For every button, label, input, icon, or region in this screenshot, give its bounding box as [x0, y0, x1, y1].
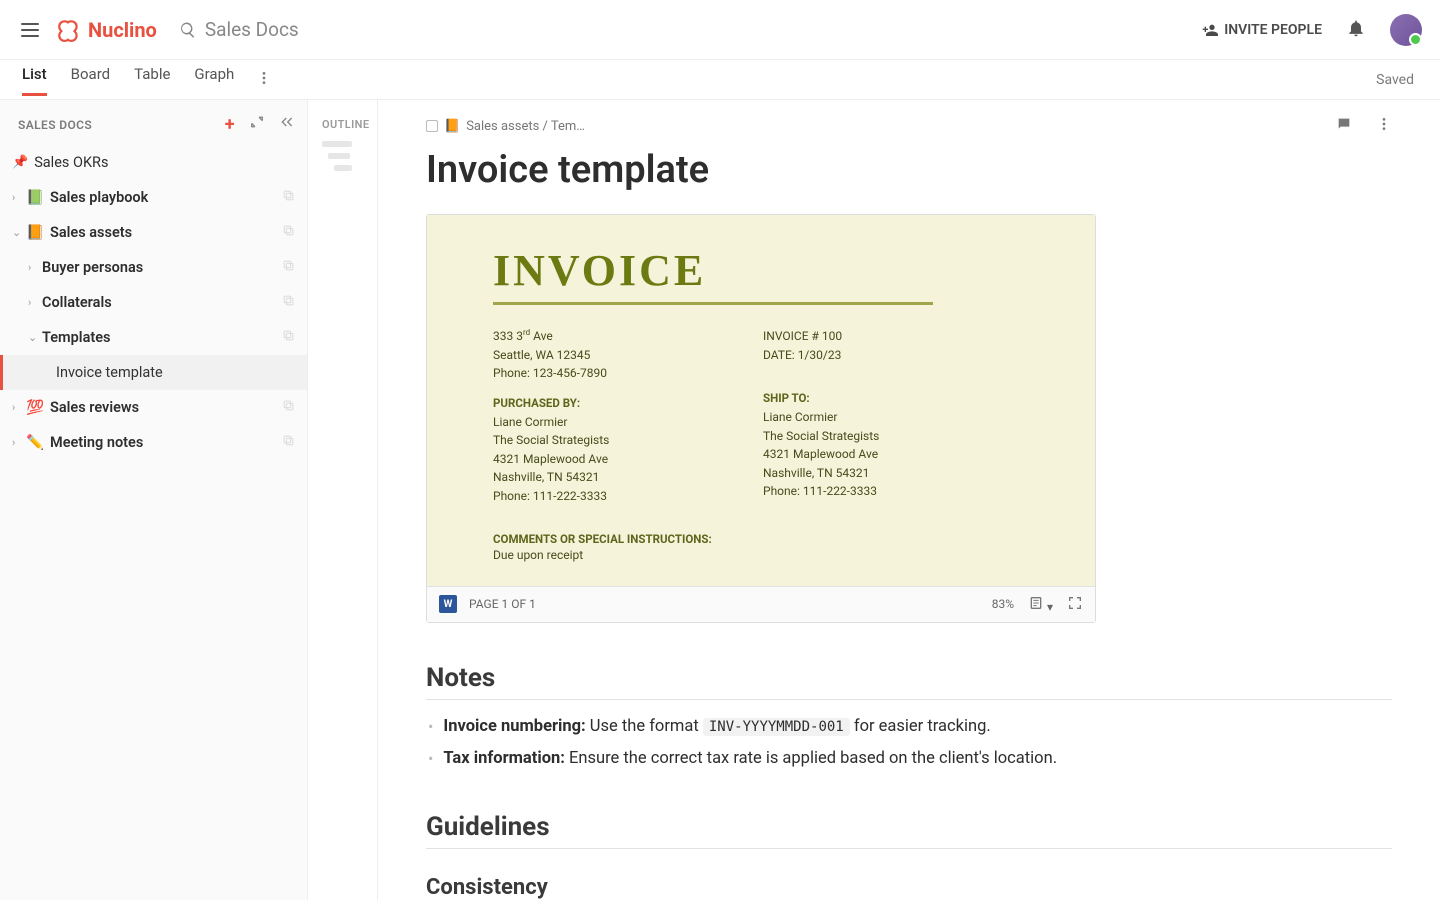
tab-board[interactable]: Board: [71, 65, 110, 95]
search-icon: [179, 21, 197, 39]
comments-icon[interactable]: [1336, 116, 1352, 136]
sidebar-item-invoice-template[interactable]: Invoice template: [0, 355, 307, 390]
comments-label: COMMENTS OR SPECIAL INSTRUCTIONS:: [493, 532, 1047, 546]
tab-table[interactable]: Table: [134, 65, 170, 95]
sidebar-item-collaterals[interactable]: › Collaterals: [0, 285, 307, 320]
word-icon: W: [439, 595, 457, 613]
ship-addr: 4321 Maplewood Ave: [763, 445, 983, 464]
invoice-heading: INVOICE: [493, 245, 1047, 296]
invoice-date: DATE: 1/30/23: [763, 346, 983, 365]
book-icon: 📙: [26, 224, 44, 241]
chevron-down-icon: ⌄: [28, 331, 40, 344]
collapse-sidebar-icon[interactable]: [279, 114, 295, 135]
outline-panel: OUTLINE: [308, 100, 378, 900]
copy-icon[interactable]: [282, 329, 295, 346]
embedded-preview[interactable]: INVOICE 333 3rd Ave Seattle, WA 12345 Ph…: [426, 214, 1096, 623]
purchased-by-label: PURCHASED BY:: [493, 395, 703, 413]
invoice-number: INVOICE # 100: [763, 327, 983, 346]
expand-icon[interactable]: [249, 114, 265, 135]
chevron-right-icon: ›: [28, 261, 40, 274]
from-addr1: 333 3rd Ave: [493, 327, 703, 346]
sidebar-item-buyer-personas[interactable]: › Buyer personas: [0, 250, 307, 285]
more-views-icon[interactable]: [256, 70, 272, 90]
cust-addr: 4321 Maplewood Ave: [493, 450, 703, 469]
saved-label: Saved: [1376, 72, 1414, 88]
copy-icon[interactable]: [282, 189, 295, 206]
app-name: Nuclino: [88, 18, 157, 42]
user-avatar[interactable]: [1390, 14, 1422, 46]
page-indicator: PAGE 1 OF 1: [469, 597, 536, 611]
invite-people-button[interactable]: INVITE PEOPLE: [1202, 22, 1322, 38]
fullscreen-icon[interactable]: [1067, 595, 1083, 614]
invite-label: INVITE PEOPLE: [1224, 22, 1322, 38]
from-phone: Phone: 123-456-7890: [493, 364, 703, 383]
sidebar-item-sales-playbook[interactable]: › 📗 Sales playbook: [0, 180, 307, 215]
folder-icon: 📙: [444, 119, 460, 134]
note-item[interactable]: Tax information: Ensure the correct tax …: [428, 746, 1392, 772]
cust-name: Liane Cormier: [493, 413, 703, 432]
sidebar-item-sales-assets[interactable]: ⌄ 📙 Sales assets: [0, 215, 307, 250]
consistency-heading[interactable]: Consistency: [426, 875, 1392, 900]
pencil-icon: ✏️: [26, 434, 44, 451]
sidebar-item-sales-okrs[interactable]: 📌 Sales OKRs: [0, 145, 307, 180]
chevron-right-icon: ›: [12, 401, 24, 414]
from-addr2: Seattle, WA 12345: [493, 346, 703, 365]
chevron-right-icon: ›: [12, 436, 24, 449]
sidebar-title: SALES DOCS: [18, 118, 92, 132]
comments-body: Due upon receipt: [493, 548, 1047, 562]
checkbox-icon[interactable]: [426, 120, 438, 132]
tab-list[interactable]: List: [22, 65, 47, 96]
ship-phone: Phone: 111-222-3333: [763, 482, 983, 501]
note-item[interactable]: Invoice numbering: Use the format INV-YY…: [428, 714, 1392, 740]
sidebar-item-templates[interactable]: ⌄ Templates: [0, 320, 307, 355]
outline-label: OUTLINE: [308, 118, 377, 131]
tab-graph[interactable]: Graph: [194, 65, 234, 95]
pin-icon: 📌: [12, 155, 28, 170]
breadcrumb-text: Sales assets / Tem…: [466, 119, 585, 134]
more-icon[interactable]: [1376, 116, 1392, 136]
ship-city: Nashville, TN 54321: [763, 464, 983, 483]
copy-icon[interactable]: [282, 259, 295, 276]
search-label: Sales Docs: [205, 18, 299, 41]
page-view-icon[interactable]: ▾: [1028, 595, 1053, 614]
sidebar-item-sales-reviews[interactable]: › 💯 Sales reviews: [0, 390, 307, 425]
brain-icon: [56, 17, 82, 43]
app-logo[interactable]: Nuclino: [56, 17, 157, 43]
page-title[interactable]: Invoice template: [426, 148, 1392, 192]
add-item-button[interactable]: +: [225, 114, 235, 135]
search-input[interactable]: Sales Docs: [179, 18, 299, 41]
ship-name: Liane Cormier: [763, 408, 983, 427]
copy-icon[interactable]: [282, 399, 295, 416]
invite-icon: [1202, 22, 1218, 38]
cust-phone: Phone: 111-222-3333: [493, 487, 703, 506]
cust-company: The Social Strategists: [493, 431, 703, 450]
hundred-icon: 💯: [26, 399, 44, 416]
copy-icon[interactable]: [282, 434, 295, 451]
cust-city: Nashville, TN 54321: [493, 468, 703, 487]
copy-icon[interactable]: [282, 224, 295, 241]
ship-to-label: SHIP TO:: [763, 390, 983, 408]
sidebar: SALES DOCS + 📌 Sales OKRs › 📗 Sales play…: [0, 100, 308, 900]
menu-icon[interactable]: [18, 18, 42, 42]
ship-company: The Social Strategists: [763, 427, 983, 446]
copy-icon[interactable]: [282, 294, 295, 311]
chevron-right-icon: ›: [28, 296, 40, 309]
zoom-level: 83%: [992, 597, 1014, 611]
inline-code: INV-YYYYMMDD-001: [703, 718, 850, 736]
sidebar-item-meeting-notes[interactable]: › ✏️ Meeting notes: [0, 425, 307, 460]
guidelines-heading[interactable]: Guidelines: [426, 812, 1392, 849]
notifications-icon[interactable]: [1346, 18, 1366, 42]
chevron-right-icon: ›: [12, 191, 24, 204]
chevron-down-icon: ⌄: [12, 226, 24, 239]
notes-heading[interactable]: Notes: [426, 663, 1392, 700]
book-icon: 📗: [26, 189, 44, 206]
outline-bars[interactable]: [308, 141, 377, 171]
breadcrumb[interactable]: 📙 Sales assets / Tem…: [426, 119, 585, 134]
document-main: 📙 Sales assets / Tem… Invoice template I…: [378, 100, 1440, 900]
